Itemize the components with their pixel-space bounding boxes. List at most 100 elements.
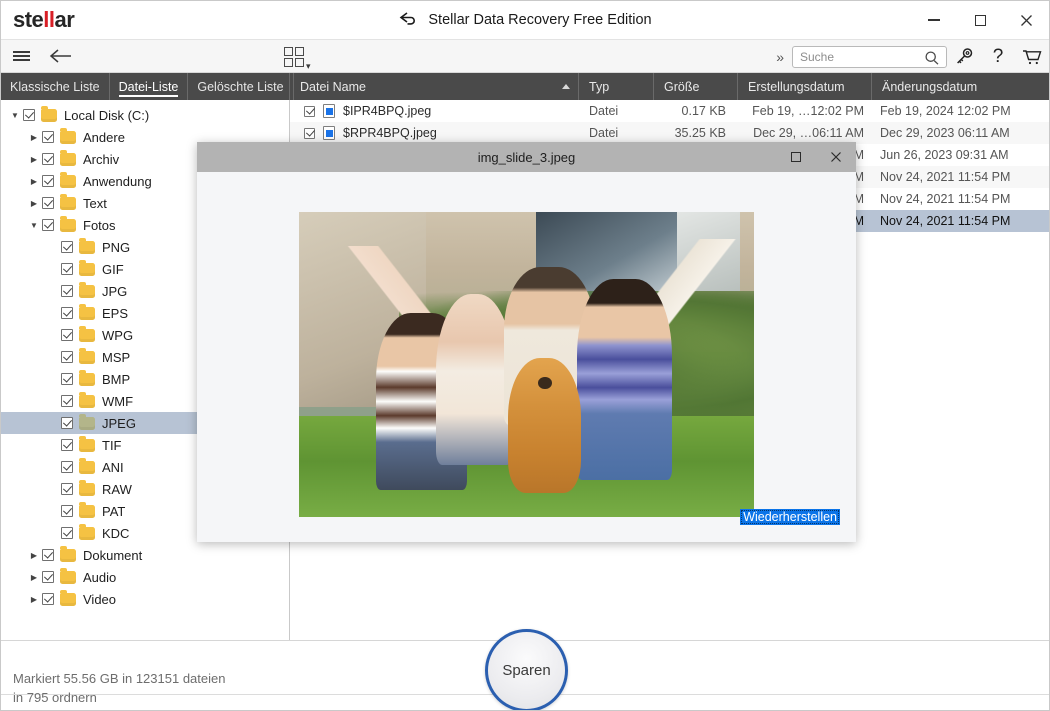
file-row[interactable]: $RPR4BPQ.jpeg Datei35.25 KBDec 29, …06:11…: [290, 122, 1049, 144]
logo-red-letters: ll: [43, 7, 54, 32]
dialog-close-button[interactable]: [816, 142, 856, 172]
tree-item-checkbox[interactable]: [42, 549, 54, 561]
minimize-button[interactable]: [911, 1, 957, 39]
tree-item-checkbox[interactable]: [61, 351, 73, 363]
tree-item-checkbox[interactable]: [61, 505, 73, 517]
tree-item-checkbox[interactable]: [61, 417, 73, 429]
tree-item-label: JPEG: [102, 416, 136, 431]
tree-item-checkbox[interactable]: [61, 373, 73, 385]
tree-item-checkbox[interactable]: [61, 439, 73, 451]
application-window: stellar Stellar Data Recovery Free Editi…: [0, 0, 1050, 711]
file-name-label: $IPR4BPQ.jpeg: [343, 104, 431, 118]
column-header-typ[interactable]: Typ: [579, 73, 654, 100]
window-controls: [911, 1, 1049, 39]
tree-item-label: Archiv: [83, 152, 119, 167]
dialog-body: Wiederherstellen: [197, 172, 856, 542]
search-icon[interactable]: [924, 50, 940, 71]
file-type-cell: Datei: [579, 126, 654, 140]
hamburger-menu-icon[interactable]: [1, 39, 41, 73]
help-icon[interactable]: ?: [981, 40, 1015, 74]
twisty-collapsed-icon[interactable]: ▶: [26, 573, 42, 582]
twisty-collapsed-icon[interactable]: ▶: [26, 551, 42, 560]
tree-item-dokument[interactable]: ▶Dokument: [1, 544, 289, 566]
logo-prefix: ste: [13, 7, 43, 32]
column-header-groesse[interactable]: Größe: [654, 73, 738, 100]
tree-item-checkbox[interactable]: [61, 285, 73, 297]
file-size-cell: 0.17 KB: [654, 104, 738, 118]
file-row-checkbox[interactable]: [304, 106, 315, 117]
dialog-title-bar: img_slide_3.jpeg: [197, 142, 856, 172]
twisty-collapsed-icon[interactable]: ▶: [26, 177, 42, 186]
folder-icon: [79, 505, 95, 518]
file-name-label: $RPR4BPQ.jpeg: [343, 126, 437, 140]
folder-icon: [79, 483, 95, 496]
tab-geloeschte-liste[interactable]: Gelöschte Liste: [188, 73, 293, 100]
cart-icon[interactable]: [1015, 40, 1049, 74]
tree-item-checkbox[interactable]: [42, 219, 54, 231]
file-created-cell: Feb 19, …12:02 PM: [738, 104, 872, 118]
tree-item-checkbox[interactable]: [61, 483, 73, 495]
restore-button[interactable]: Wiederherstellen: [740, 509, 840, 525]
file-row-checkbox[interactable]: [304, 128, 315, 139]
toolbar-right-group: » ?: [768, 40, 1049, 74]
column-header-erstellungsdatum[interactable]: Erstellungsdatum: [738, 73, 872, 100]
dialog-maximize-button[interactable]: [776, 142, 816, 172]
tree-item-checkbox[interactable]: [61, 263, 73, 275]
tree-item-checkbox[interactable]: [42, 197, 54, 209]
folder-icon: [60, 131, 76, 144]
twisty-collapsed-icon[interactable]: ▶: [26, 133, 42, 142]
tree-item-checkbox[interactable]: [61, 527, 73, 539]
file-name-cell: $RPR4BPQ.jpeg: [290, 126, 579, 140]
folder-icon: [79, 461, 95, 474]
tab-datei-liste[interactable]: Datei-Liste: [110, 73, 189, 100]
folder-icon: [79, 439, 95, 452]
folder-icon: [79, 307, 95, 320]
tree-item-checkbox[interactable]: [23, 109, 35, 121]
tree-item-checkbox[interactable]: [42, 131, 54, 143]
folder-icon: [60, 593, 76, 606]
tree-item-checkbox[interactable]: [61, 241, 73, 253]
twisty-collapsed-icon[interactable]: ▶: [26, 155, 42, 164]
file-row[interactable]: $IPR4BPQ.jpegDatei0.17 KBFeb 19, …12:02 …: [290, 100, 1049, 122]
logo-suffix: ar: [55, 7, 75, 32]
file-size-cell: 35.25 KB: [654, 126, 738, 140]
folder-icon: [60, 153, 76, 166]
twisty-expanded-icon[interactable]: ▼: [26, 221, 42, 230]
tree-item-checkbox[interactable]: [61, 307, 73, 319]
tree-item-checkbox[interactable]: [42, 175, 54, 187]
tab-klassische-liste[interactable]: Klassische Liste: [1, 73, 110, 100]
maximize-button[interactable]: [957, 1, 1003, 39]
column-header-aenderungsdatum[interactable]: Änderungsdatum: [872, 73, 1049, 100]
tree-item-label: Local Disk (C:): [64, 108, 149, 123]
file-created-cell: Dec 29, …06:11 AM: [738, 126, 872, 140]
tree-item-checkbox[interactable]: [61, 395, 73, 407]
key-icon[interactable]: [947, 40, 981, 74]
tree-item-checkbox[interactable]: [61, 329, 73, 341]
save-button[interactable]: Sparen: [485, 629, 568, 711]
column-header-datei-name[interactable]: Datei Name: [290, 73, 579, 100]
search-input[interactable]: [800, 50, 925, 64]
search-box[interactable]: [792, 46, 947, 68]
folder-icon: [60, 219, 76, 232]
tree-item-checkbox[interactable]: [61, 461, 73, 473]
tree-item-label: RAW: [102, 482, 132, 497]
twisty-collapsed-icon[interactable]: ▶: [26, 199, 42, 208]
folder-icon: [79, 241, 95, 254]
tree-item-video[interactable]: ▶ Video: [1, 588, 289, 610]
tree-item-checkbox[interactable]: [42, 571, 54, 583]
tree-item-label: ANI: [102, 460, 124, 475]
twisty-expanded-icon[interactable]: ▼: [7, 111, 23, 120]
grid-view-icon[interactable]: ▾: [284, 40, 311, 74]
back-arrow-icon[interactable]: [41, 39, 81, 73]
twisty-collapsed-icon[interactable]: ▶: [26, 595, 42, 604]
tree-item-label: KDC: [102, 526, 129, 541]
expand-toolbar-icon[interactable]: »: [768, 49, 792, 65]
tree-item-audio[interactable]: ▶Audio: [1, 566, 289, 588]
tree-item-label: Video: [83, 592, 116, 607]
file-modified-cell: Nov 24, 2021 11:54 PM: [872, 214, 1049, 228]
close-button[interactable]: [1003, 1, 1049, 39]
tree-item-checkbox[interactable]: [42, 593, 54, 605]
tree-item-checkbox[interactable]: [42, 153, 54, 165]
tree-item-label: MSP: [102, 350, 130, 365]
tree-item-local-disk-c[interactable]: ▼ Local Disk (C:): [1, 104, 289, 126]
